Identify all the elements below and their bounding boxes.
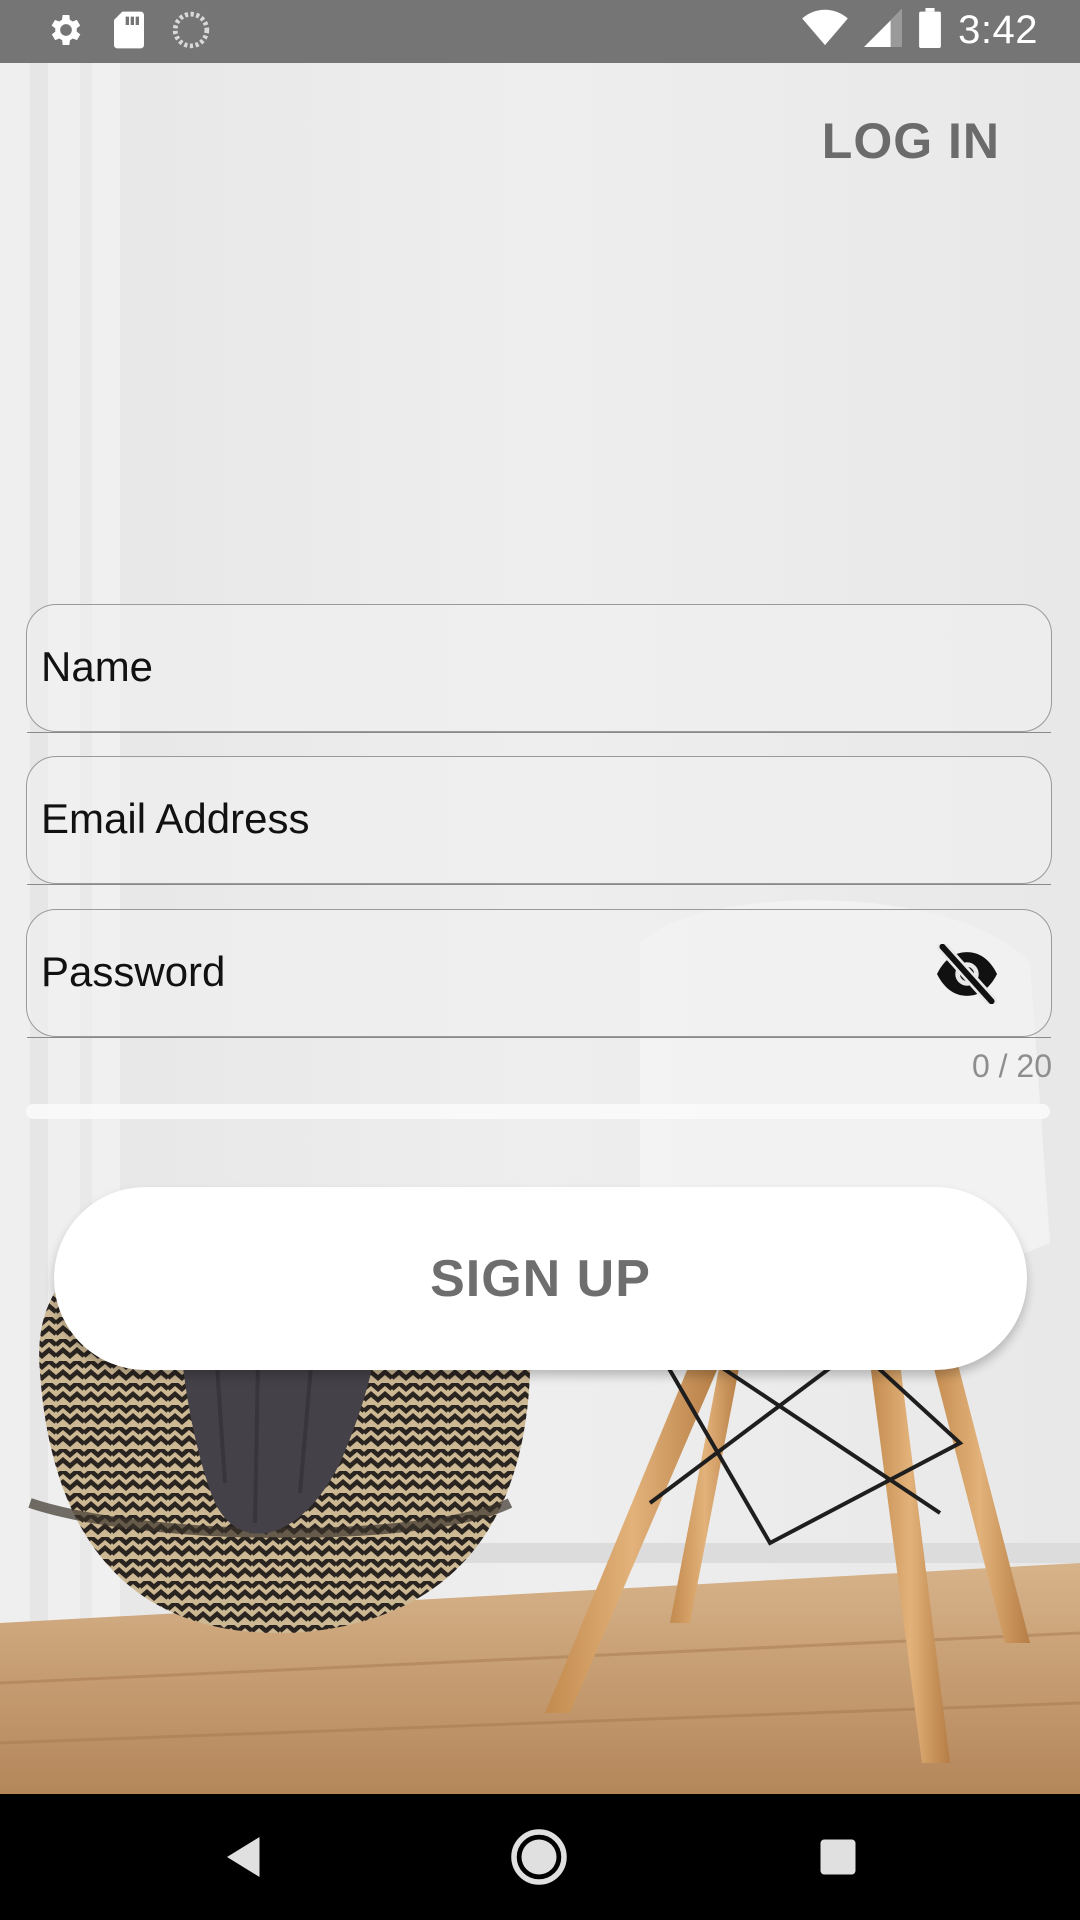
password-placeholder: Password [41, 948, 226, 995]
eye-off-icon[interactable] [933, 941, 1001, 1007]
status-time: 3:42 [958, 8, 1038, 52]
email-field[interactable]: Email Address [26, 756, 1052, 885]
password-char-counter: 0 / 20 [971, 1048, 1052, 1084]
login-link[interactable]: LOG IN [822, 112, 1000, 170]
password-strength-bar [26, 1104, 1050, 1119]
home-icon[interactable] [509, 1827, 569, 1887]
sd-card-icon [112, 10, 146, 55]
navigation-bar [0, 1794, 1080, 1920]
back-icon[interactable] [212, 1827, 272, 1887]
sync-icon [172, 11, 210, 54]
name-placeholder: Name [41, 643, 154, 690]
settings-icon [46, 10, 86, 55]
signal-icon [864, 9, 903, 52]
password-field[interactable]: Password [26, 909, 1052, 1038]
signup-button[interactable]: SIGN UP [54, 1187, 1027, 1370]
email-placeholder: Email Address [41, 795, 310, 842]
recents-icon[interactable] [808, 1827, 868, 1887]
wifi-icon [802, 9, 848, 52]
name-field[interactable]: Name [26, 604, 1052, 733]
status-bar: 3:42 [0, 0, 1080, 63]
battery-icon [918, 8, 942, 53]
